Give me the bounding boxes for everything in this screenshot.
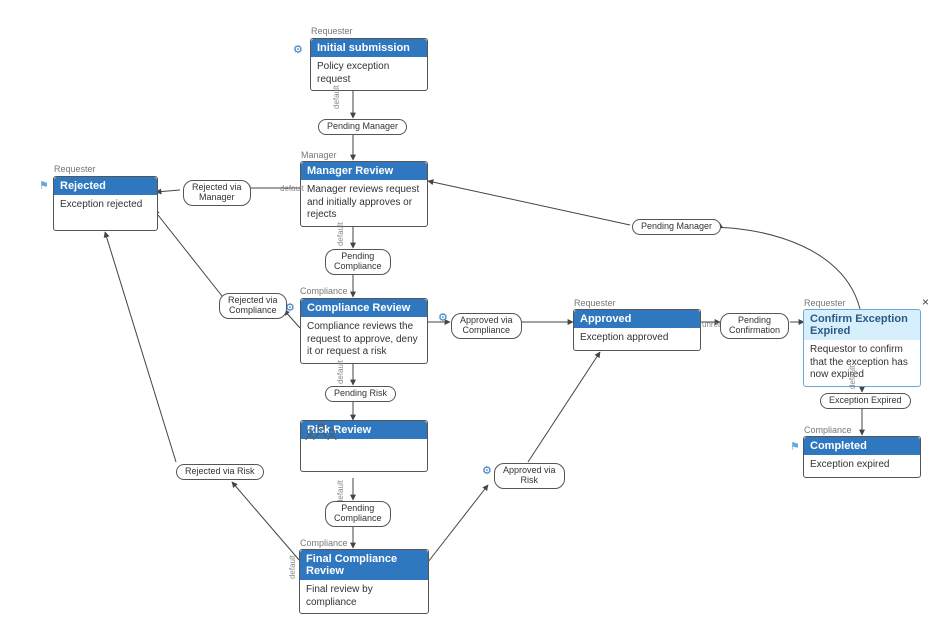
edge-approved-via-compliance[interactable]: Approved via Compliance [451, 313, 522, 339]
node-body: Requestor to confirm that the exception … [804, 340, 920, 386]
edge-pending-compliance-1[interactable]: Pending Compliance [325, 249, 391, 275]
edge-rejected-via-manager[interactable]: Rejected via Manager [183, 180, 251, 206]
node-body: Policy exception request [311, 57, 427, 90]
node-title: Manager Review [301, 162, 427, 180]
node-title: Final Compliance Review [300, 550, 428, 580]
node-risk-review[interactable]: Risk Review [300, 420, 428, 472]
role-label-final: Compliance [300, 538, 348, 548]
node-body: Exception expired [804, 455, 920, 476]
node-body [301, 439, 427, 471]
edge-pending-confirmation[interactable]: Pending Confirmation [720, 313, 789, 339]
role-label-confirm: Requester [804, 298, 846, 308]
default-label: default [336, 222, 345, 246]
node-title: Rejected [54, 177, 157, 195]
edge-pending-manager[interactable]: Pending Manager [318, 119, 407, 135]
role-label-approved: Requester [574, 298, 616, 308]
node-manager-review[interactable]: Manager Review Manager reviews request a… [300, 161, 428, 227]
gear-icon: ⚙ [482, 464, 492, 477]
node-title: Approved [574, 310, 700, 328]
default-label: default [332, 85, 341, 109]
edge-pending-risk[interactable]: Pending Risk [325, 386, 396, 402]
node-confirm-exception-expired[interactable]: Confirm Exception Expired Requestor to c… [803, 309, 921, 387]
workflow-canvas: Requester ⚙ Initial submission Policy ex… [0, 0, 941, 629]
node-body: Final review by compliance [300, 580, 428, 613]
gear-icon: ⚙ [293, 43, 303, 56]
role-label-rejected: Requester [54, 164, 96, 174]
close-icon[interactable]: × [922, 295, 929, 309]
default-label: default [848, 365, 857, 389]
users-icon [307, 443, 421, 467]
node-body: Compliance reviews the request to approv… [301, 317, 427, 363]
node-title: Completed [804, 437, 920, 455]
node-final-compliance-review[interactable]: Final Compliance Review Final review by … [299, 549, 429, 614]
edge-rejected-via-risk[interactable]: Rejected via Risk [176, 464, 264, 480]
role-label-manager: Manager [301, 150, 337, 160]
node-title: Compliance Review [301, 299, 427, 317]
edge-pending-compliance-2[interactable]: Pending Compliance [325, 501, 391, 527]
node-body: Exception rejected [54, 195, 157, 216]
node-body: Manager reviews request and initially ap… [301, 180, 427, 226]
edge-exception-expired[interactable]: Exception Expired [820, 393, 911, 409]
default-label: default [288, 555, 297, 579]
node-title: Initial submission [311, 39, 427, 57]
node-title: Confirm Exception Expired [804, 310, 920, 340]
role-label-initial: Requester [311, 26, 353, 36]
role-label-completed: Compliance [804, 425, 852, 435]
default-label: default [336, 360, 345, 384]
default-label: default [280, 184, 304, 193]
node-approved[interactable]: Approved Exception approved [573, 309, 701, 351]
node-body: Exception approved [574, 328, 700, 349]
role-label-compliance: Compliance [300, 286, 348, 296]
flag-icon: ⚑ [790, 440, 800, 453]
edge-approved-via-risk[interactable]: Approved via Risk [494, 463, 565, 489]
node-initial-submission[interactable]: Initial submission Policy exception requ… [310, 38, 428, 91]
node-completed[interactable]: Completed Exception expired [803, 436, 921, 478]
edge-pending-manager-2[interactable]: Pending Manager [632, 219, 721, 235]
edge-rejected-via-compliance[interactable]: Rejected via Compliance [219, 293, 287, 319]
flag-icon: ⚑ [39, 179, 49, 192]
node-compliance-review[interactable]: Compliance Review Compliance reviews the… [300, 298, 428, 364]
gear-icon: ⚙ [438, 311, 448, 324]
node-rejected[interactable]: Rejected Exception rejected [53, 176, 158, 231]
